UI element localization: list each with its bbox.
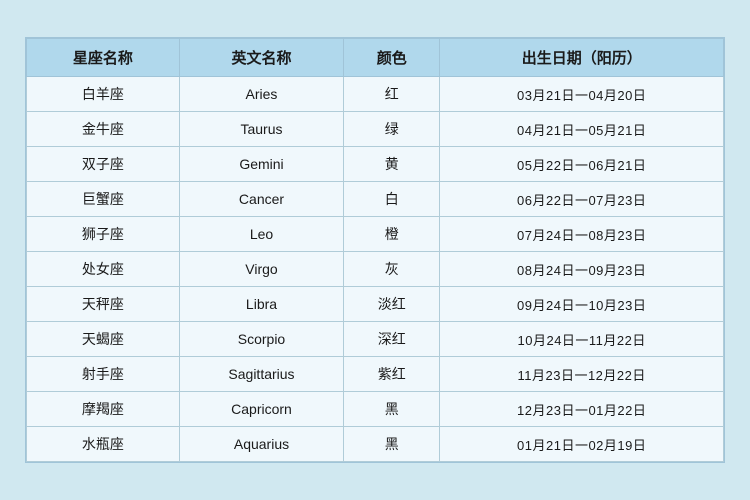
cell-birthdate: 05月22日一06月21日 <box>440 147 724 182</box>
cell-color: 黑 <box>344 427 440 462</box>
cell-english-name: Scorpio <box>179 322 343 357</box>
cell-birthdate: 11月23日一12月22日 <box>440 357 724 392</box>
cell-color: 黄 <box>344 147 440 182</box>
table-row: 处女座Virgo灰08月24日一09月23日 <box>27 252 724 287</box>
cell-color: 绿 <box>344 112 440 147</box>
cell-english-name: Libra <box>179 287 343 322</box>
cell-chinese-name: 白羊座 <box>27 77 180 112</box>
cell-color: 白 <box>344 182 440 217</box>
cell-chinese-name: 天蝎座 <box>27 322 180 357</box>
table-row: 水瓶座Aquarius黑01月21日一02月19日 <box>27 427 724 462</box>
zodiac-table-container: 星座名称 英文名称 颜色 出生日期（阳历） 白羊座Aries红03月21日一04… <box>25 37 725 463</box>
table-header-row: 星座名称 英文名称 颜色 出生日期（阳历） <box>27 39 724 77</box>
table-row: 金牛座Taurus绿04月21日一05月21日 <box>27 112 724 147</box>
cell-english-name: Gemini <box>179 147 343 182</box>
table-row: 天蝎座Scorpio深红10月24日一11月22日 <box>27 322 724 357</box>
cell-birthdate: 07月24日一08月23日 <box>440 217 724 252</box>
cell-english-name: Taurus <box>179 112 343 147</box>
table-row: 巨蟹座Cancer白06月22日一07月23日 <box>27 182 724 217</box>
cell-chinese-name: 巨蟹座 <box>27 182 180 217</box>
cell-chinese-name: 双子座 <box>27 147 180 182</box>
cell-english-name: Cancer <box>179 182 343 217</box>
cell-birthdate: 01月21日一02月19日 <box>440 427 724 462</box>
cell-color: 红 <box>344 77 440 112</box>
cell-english-name: Virgo <box>179 252 343 287</box>
cell-color: 黑 <box>344 392 440 427</box>
cell-chinese-name: 处女座 <box>27 252 180 287</box>
cell-color: 灰 <box>344 252 440 287</box>
cell-english-name: Leo <box>179 217 343 252</box>
cell-color: 紫红 <box>344 357 440 392</box>
cell-birthdate: 06月22日一07月23日 <box>440 182 724 217</box>
cell-birthdate: 09月24日一10月23日 <box>440 287 724 322</box>
table-row: 狮子座Leo橙07月24日一08月23日 <box>27 217 724 252</box>
cell-english-name: Aries <box>179 77 343 112</box>
zodiac-table: 星座名称 英文名称 颜色 出生日期（阳历） 白羊座Aries红03月21日一04… <box>26 38 724 462</box>
table-row: 摩羯座Capricorn黑12月23日一01月22日 <box>27 392 724 427</box>
table-body: 白羊座Aries红03月21日一04月20日金牛座Taurus绿04月21日一0… <box>27 77 724 462</box>
cell-chinese-name: 射手座 <box>27 357 180 392</box>
header-english-name: 英文名称 <box>179 39 343 77</box>
cell-birthdate: 04月21日一05月21日 <box>440 112 724 147</box>
cell-english-name: Capricorn <box>179 392 343 427</box>
header-color: 颜色 <box>344 39 440 77</box>
table-row: 白羊座Aries红03月21日一04月20日 <box>27 77 724 112</box>
cell-english-name: Aquarius <box>179 427 343 462</box>
cell-birthdate: 08月24日一09月23日 <box>440 252 724 287</box>
cell-chinese-name: 金牛座 <box>27 112 180 147</box>
cell-color: 淡红 <box>344 287 440 322</box>
table-row: 天秤座Libra淡红09月24日一10月23日 <box>27 287 724 322</box>
table-row: 射手座Sagittarius紫红11月23日一12月22日 <box>27 357 724 392</box>
header-chinese-name: 星座名称 <box>27 39 180 77</box>
cell-chinese-name: 狮子座 <box>27 217 180 252</box>
cell-english-name: Sagittarius <box>179 357 343 392</box>
cell-color: 深红 <box>344 322 440 357</box>
cell-birthdate: 03月21日一04月20日 <box>440 77 724 112</box>
cell-birthdate: 12月23日一01月22日 <box>440 392 724 427</box>
cell-chinese-name: 水瓶座 <box>27 427 180 462</box>
cell-color: 橙 <box>344 217 440 252</box>
table-row: 双子座Gemini黄05月22日一06月21日 <box>27 147 724 182</box>
header-birthdate: 出生日期（阳历） <box>440 39 724 77</box>
cell-birthdate: 10月24日一11月22日 <box>440 322 724 357</box>
cell-chinese-name: 摩羯座 <box>27 392 180 427</box>
cell-chinese-name: 天秤座 <box>27 287 180 322</box>
